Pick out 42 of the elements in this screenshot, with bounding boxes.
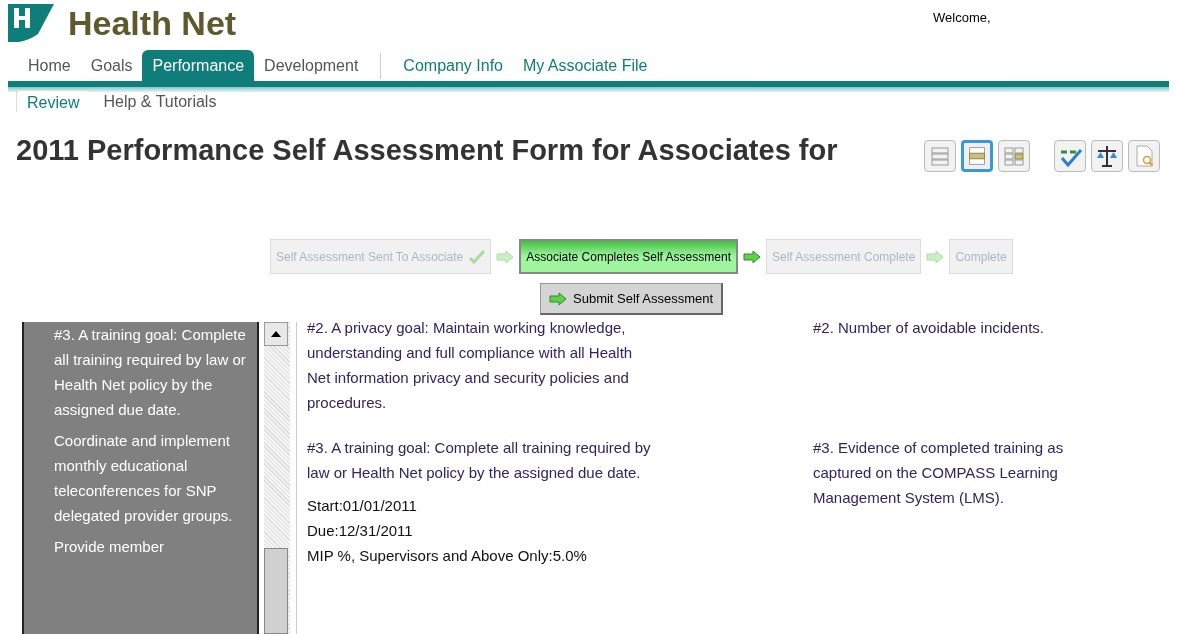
nav-tab[interactable]: Performance (142, 50, 255, 81)
grid-view-button[interactable] (998, 140, 1030, 172)
preview-button[interactable] (1128, 140, 1160, 172)
workflow-step: Self Assessment Sent To Associate (270, 239, 492, 274)
nav-tab[interactable]: Goals (80, 50, 143, 81)
detail-view-button[interactable] (961, 140, 993, 172)
logo-text: Health Net (68, 6, 237, 40)
goal-description: #3. A training goal: Complete all training required by law or Health Net policy by the assigned due date. (307, 438, 652, 483)
sidebar-text: Coordinate and implement monthly educational teleconferences for SNP delegated provider groups. (54, 431, 234, 526)
nav-tab[interactable]: Development (254, 50, 369, 81)
arrow-icon (549, 291, 567, 306)
sidebar-text: Provide member (54, 537, 166, 557)
subnav-tab[interactable]: Review (16, 90, 90, 112)
scroll-thumb[interactable] (264, 548, 288, 634)
submit-button[interactable]: Submit Self Assessment (540, 283, 724, 315)
sidebar-text: #3. A training goal: Complete all training required by law or Health Net policy by the assigned due date. (54, 325, 247, 420)
up-arrow-icon (271, 331, 281, 337)
arrow-icon (743, 249, 761, 264)
check-icon (469, 249, 486, 264)
scroll-up-button[interactable] (264, 322, 288, 346)
welcome-text: Welcome, (933, 9, 991, 27)
nav-tab[interactable]: My Associate File (512, 50, 658, 81)
page-title: 2011 Performance Self Assessment Form for Associates for (16, 134, 839, 167)
arrow-icon (926, 249, 945, 264)
spellcheck-button[interactable] (1054, 140, 1086, 172)
logo-icon (8, 4, 54, 42)
goal-detail: MIP %, Supervisors and Above Only:5.0% (307, 546, 588, 566)
workflow-step: Associate Completes Self Assessment (519, 239, 738, 274)
goal-measure: #3. Evidence of completed training as captured on the COMPASS Learning Management System (LMS). (813, 438, 1065, 508)
scrollbar[interactable] (264, 322, 290, 634)
goal-detail: Start:01/01/2011 (307, 496, 418, 516)
nav-tab[interactable]: Company Info (393, 50, 513, 81)
nav-tab[interactable]: Home (18, 50, 81, 81)
balance-scale-button[interactable] (1091, 140, 1123, 172)
goal-measure: #2. Number of avoidable incidents. (813, 322, 1045, 338)
goal-description: #2. A privacy goal: Maintain working knowledge, understanding and full compliance with all Health Net information privacy and security policies and procedures. (307, 322, 634, 413)
goal-detail: Due:12/31/2011 (307, 521, 414, 541)
workflow-step: Complete (949, 239, 1013, 274)
workflow-step: Self Assessment Complete (766, 239, 922, 274)
arrow-icon (496, 249, 515, 264)
list-view-button[interactable] (924, 140, 956, 172)
subnav-tab[interactable]: Help & Tutorials (93, 90, 227, 112)
